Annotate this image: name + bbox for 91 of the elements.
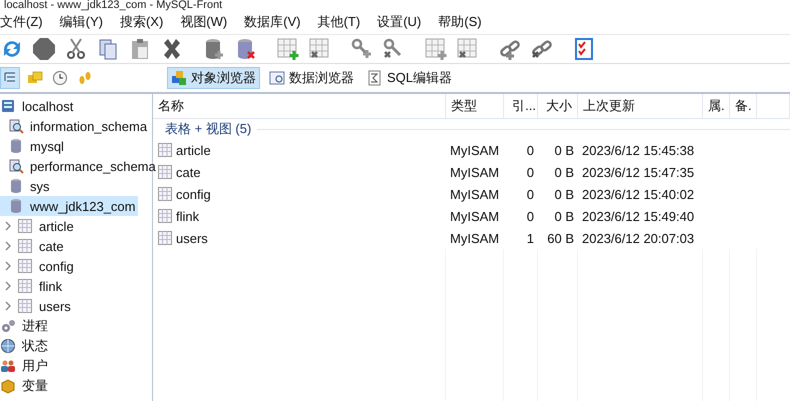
tree-item[interactable]: 状态 xyxy=(0,336,50,356)
column-header[interactable]: 大小 xyxy=(538,94,578,118)
cubes-icon xyxy=(171,70,187,86)
menu-item[interactable]: 编辑(Y) xyxy=(60,13,112,31)
tree-view-icon[interactable] xyxy=(0,67,20,89)
table-cell-text: 0 xyxy=(526,164,535,182)
table-cell-text: 0 B xyxy=(553,208,575,226)
table-cell-text: MyISAM xyxy=(449,208,500,226)
tree-item[interactable]: information_schema xyxy=(0,116,150,136)
tree-item[interactable]: cate xyxy=(0,236,66,256)
tree-item[interactable]: users xyxy=(0,296,73,316)
table-cell-text: 1 xyxy=(526,230,535,248)
table-icon xyxy=(157,208,173,224)
menu-item[interactable]: 其他(T) xyxy=(318,13,370,31)
menu-item[interactable]: 视图(W) xyxy=(180,13,236,31)
globe-icon xyxy=(0,338,16,354)
table-cell: article xyxy=(153,139,446,161)
view-tab[interactable]: SQL编辑器 xyxy=(363,67,456,89)
table-cell: flink xyxy=(153,205,446,227)
table-icon xyxy=(17,218,33,234)
table-cell-text: MyISAM xyxy=(449,230,500,248)
table-cell-text: MyISAM xyxy=(449,186,500,204)
table-icon xyxy=(17,278,33,294)
table-cell: config xyxy=(153,183,446,205)
field-add-icon[interactable] xyxy=(424,37,448,61)
table-icon xyxy=(157,186,173,202)
database-icon xyxy=(8,178,24,194)
users-icon xyxy=(0,358,16,374)
table-icon xyxy=(17,238,33,254)
chevron-icon[interactable] xyxy=(4,281,12,291)
key-add-icon[interactable] xyxy=(350,37,374,61)
sql-editor-icon xyxy=(367,70,383,86)
tree-item[interactable]: config xyxy=(0,256,76,276)
table-cell-text: 60 B xyxy=(546,230,575,248)
table-icon xyxy=(17,298,33,314)
view-tab[interactable]: 数据浏览器 xyxy=(265,67,358,89)
tree-item[interactable]: sys xyxy=(0,176,52,196)
scissors-icon[interactable] xyxy=(64,37,88,61)
table-cell-text: MyISAM xyxy=(449,164,500,182)
schema-search-icon xyxy=(8,118,24,134)
menu-item[interactable]: 文件(Z) xyxy=(0,13,52,31)
group-label: 表格 + 视图 (5) xyxy=(165,120,252,138)
column-header[interactable]: 属. xyxy=(703,94,730,118)
view-tab[interactable]: 对象浏览器 xyxy=(167,67,260,89)
table-cell-text: 0 B xyxy=(553,186,575,204)
tree-item[interactable]: 用户 xyxy=(0,356,50,376)
table-cell-text: 2023/6/12 15:47:35 xyxy=(581,164,696,182)
chevron-icon[interactable] xyxy=(4,221,12,231)
checklist-icon[interactable] xyxy=(572,37,596,61)
column-header[interactable]: 引... xyxy=(504,94,538,118)
column-header[interactable]: 名称 xyxy=(153,94,446,118)
column-header[interactable]: 备. xyxy=(730,94,757,118)
window-title: localhost - www_jdk123_com - MySQL-Front xyxy=(3,0,224,10)
table-cell-text: 2023/6/12 15:40:02 xyxy=(581,186,696,204)
menu-item[interactable]: 数据库(V) xyxy=(244,13,310,31)
table-cell: users xyxy=(153,227,446,249)
box-icon xyxy=(0,378,16,394)
table-cell-text: 0 xyxy=(526,186,535,204)
table-icon xyxy=(157,142,173,158)
table-cell-text: MyISAM xyxy=(449,142,500,160)
table-cell-text: 0 xyxy=(526,208,535,226)
tree-item[interactable]: localhost xyxy=(0,96,76,116)
table-cell-text: 2023/6/12 15:45:38 xyxy=(581,142,696,160)
tree-item[interactable]: 变量 xyxy=(0,376,50,396)
table-cell-text: 0 B xyxy=(553,142,575,160)
table-cell-text: 0 B xyxy=(553,164,575,182)
schema-search-icon xyxy=(8,158,24,174)
database-icon xyxy=(8,138,24,154)
database-icon xyxy=(8,198,24,214)
column-header[interactable]: 类型 xyxy=(446,94,504,118)
table-add-icon[interactable] xyxy=(276,37,300,61)
table-icon xyxy=(157,164,173,180)
chevron-icon[interactable] xyxy=(4,241,12,251)
tree-item[interactable]: article xyxy=(0,216,76,236)
table-cell-text: 2023/6/12 20:07:03 xyxy=(581,230,696,248)
tree-item[interactable]: flink xyxy=(0,276,64,296)
menu-item[interactable]: 帮助(S) xyxy=(438,13,491,31)
menu-item[interactable]: 设置(U) xyxy=(377,13,430,31)
table-icon xyxy=(17,258,33,274)
column-header[interactable]: 上次更新 xyxy=(578,94,703,118)
table-icon xyxy=(157,230,173,246)
tree-item[interactable]: www_jdk123_com xyxy=(0,196,138,216)
server-icon xyxy=(0,98,16,114)
table-cell-text: 0 xyxy=(526,142,535,160)
chevron-icon[interactable] xyxy=(4,261,12,271)
tree-item[interactable]: 进程 xyxy=(0,316,50,336)
tree-item[interactable]: mysql xyxy=(0,136,66,156)
stop-icon[interactable] xyxy=(32,37,56,61)
table-cell-text: 2023/6/12 15:49:40 xyxy=(581,208,696,226)
chevron-icon[interactable] xyxy=(4,301,12,311)
menu-item[interactable]: 搜索(X) xyxy=(120,13,172,31)
